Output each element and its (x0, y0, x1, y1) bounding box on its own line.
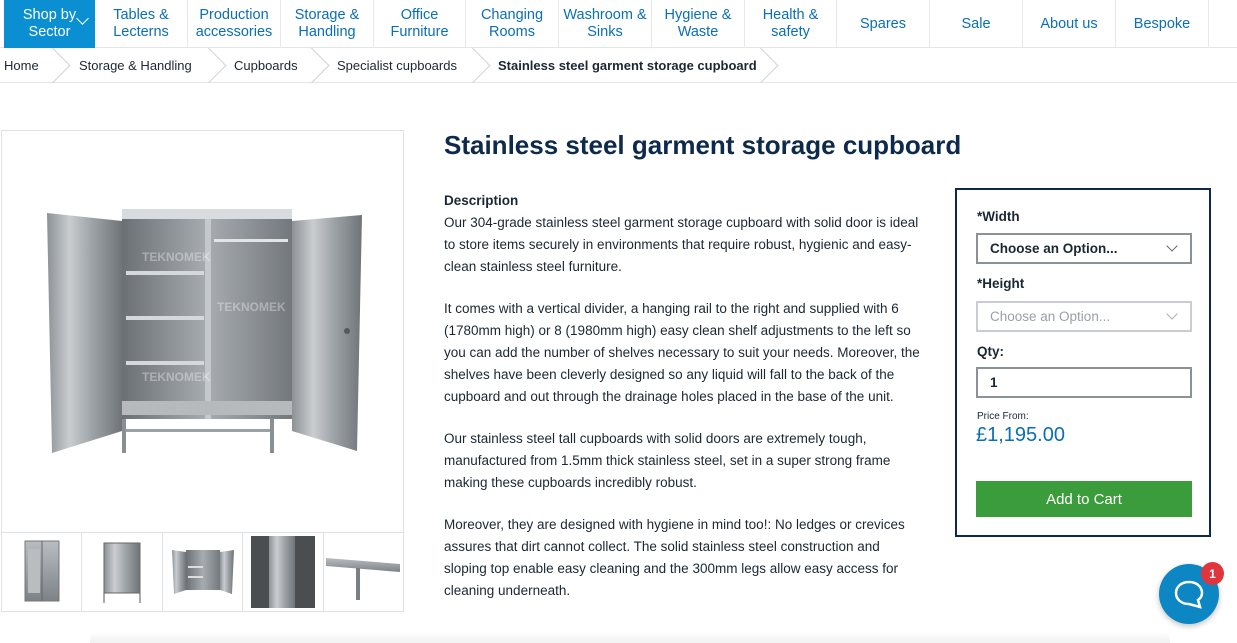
thumbnail-image (24, 540, 60, 602)
width-label: *Width (977, 209, 1020, 224)
breadcrumb-current: Stainless steel garment storage cupboard (498, 58, 757, 73)
nav-changing-rooms[interactable]: Changing Rooms (466, 0, 559, 48)
nav-label: Changing Rooms (480, 7, 544, 40)
chat-icon (1174, 580, 1204, 609)
nav-office-furniture[interactable]: Office Furniture (374, 0, 466, 48)
nav-label: Washroom & Sinks (563, 7, 647, 40)
add-to-cart-button[interactable]: Add to Cart (976, 481, 1192, 517)
nav-label: Storage & Handling (294, 7, 360, 40)
nav-label: Shop by Sector (22, 7, 77, 40)
width-select-value: Choose an Option... (990, 241, 1118, 256)
nav-label: Spares (860, 15, 906, 32)
nav-tables-lecterns[interactable]: Tables & Lecterns (95, 0, 188, 48)
breadcrumb: Home Storage & Handling Cupboards Specia… (0, 48, 1237, 83)
thumbnail-2[interactable] (81, 533, 163, 612)
nav-hygiene-waste[interactable]: Hygiene & Waste (652, 0, 745, 48)
thumbnail-1[interactable] (1, 533, 83, 612)
svg-text:TEKNOMEK: TEKNOMEK (142, 370, 211, 384)
nav-label: About us (1040, 15, 1098, 32)
thumbnail-image (250, 536, 315, 608)
footer-bar-edge (90, 632, 1170, 643)
cupboard-image: TEKNOMEK TEKNOMEK TEKNOMEK (47, 209, 362, 453)
height-label: *Height (977, 276, 1025, 291)
thumbnail-3[interactable] (161, 533, 244, 612)
breadcrumb-separator (52, 48, 74, 83)
thumbnail-image (326, 558, 401, 600)
breadcrumb-storage-handling[interactable]: Storage & Handling (79, 48, 192, 83)
nav-washroom-sinks[interactable]: Washroom & Sinks (559, 0, 652, 48)
description-heading: Description (444, 193, 519, 208)
nav-storage-handling[interactable]: Storage & Handling (281, 0, 374, 48)
price-label: Price From: (977, 411, 1029, 422)
nav-label: Tables & Lecterns (113, 7, 169, 40)
price-value: £1,195.00 (976, 424, 1065, 446)
nav-spares[interactable]: Spares (837, 0, 930, 48)
nav-about-us[interactable]: About us (1023, 0, 1116, 48)
description-paragraph: Our stainless steel tall cupboards with … (444, 431, 891, 490)
nav-label: Production accessories (195, 7, 273, 40)
nav-shop-by-sector[interactable]: Shop by Sector (4, 0, 95, 48)
description-paragraph: Our 304-grade stainless steel garment st… (444, 215, 919, 274)
main-navigation: Shop by Sector Tables & Lecterns Product… (0, 0, 1237, 48)
breadcrumb-cupboards[interactable]: Cupboards (234, 48, 298, 83)
svg-text:TEKNOMEK: TEKNOMEK (142, 250, 211, 264)
nav-label: Bespoke (1133, 15, 1191, 32)
chat-notification-badge: 1 (1201, 562, 1224, 585)
breadcrumb-specialist-cupboards[interactable]: Specialist cupboards (337, 48, 457, 83)
nav-label: Sale (961, 15, 991, 32)
nav-health-safety[interactable]: Health & safety (745, 0, 837, 48)
product-description: Description Our 304-grade stainless stee… (444, 190, 924, 622)
chevron-down-icon (1166, 240, 1178, 252)
nav-bespoke[interactable]: Bespoke (1116, 0, 1209, 48)
breadcrumb-home[interactable]: Home (4, 48, 39, 83)
product-main-image[interactable]: TEKNOMEK TEKNOMEK TEKNOMEK (1, 130, 404, 533)
thumbnail-5[interactable] (322, 533, 405, 612)
breadcrumb-separator (760, 48, 782, 83)
nav-label: Office Furniture (390, 7, 449, 40)
breadcrumb-separator (311, 48, 333, 83)
thumbnail-strip (1, 533, 405, 612)
chevron-down-icon (1166, 308, 1178, 320)
breadcrumb-separator (208, 48, 230, 83)
purchase-options-panel: *Width Choose an Option... *Height Choos… (955, 188, 1211, 537)
chevron-down-icon (76, 12, 89, 25)
nav-sale[interactable]: Sale (930, 0, 1023, 48)
height-select[interactable]: Choose an Option... (976, 301, 1192, 332)
thumbnail-image (171, 550, 234, 594)
product-title: Stainless steel garment storage cupboard (444, 130, 962, 160)
nav-label: Hygiene & Waste (664, 7, 732, 40)
nav-label: Health & safety (762, 7, 819, 40)
nav-production-accessories[interactable]: Production accessories (188, 0, 281, 48)
height-select-value: Choose an Option... (990, 309, 1111, 324)
thumbnail-4[interactable] (242, 533, 324, 612)
description-paragraph: It comes with a vertical divider, a hang… (444, 301, 920, 404)
breadcrumb-separator (472, 48, 494, 83)
qty-input[interactable] (976, 367, 1192, 398)
qty-label: Qty: (977, 344, 1004, 359)
description-paragraph: Moreover, they are designed with hygiene… (444, 517, 905, 598)
svg-text:TEKNOMEK: TEKNOMEK (217, 300, 286, 314)
width-select[interactable]: Choose an Option... (976, 233, 1192, 264)
thumbnail-image (103, 542, 141, 603)
